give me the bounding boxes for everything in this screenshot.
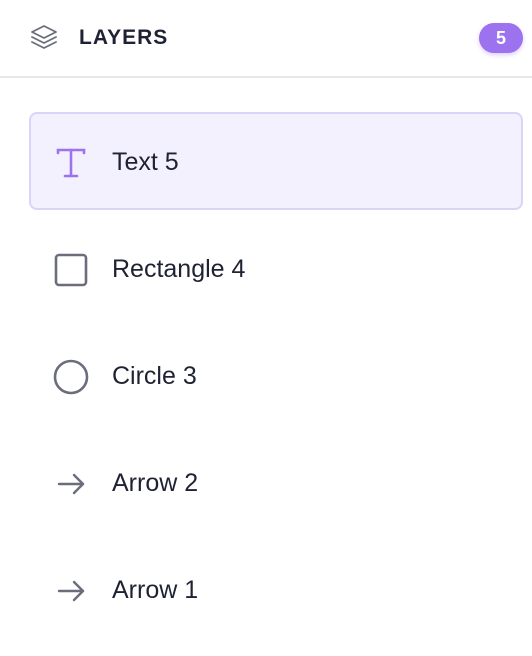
circle-icon — [53, 359, 89, 395]
layer-item-arrow-1[interactable]: Arrow 1 — [29, 540, 523, 638]
layer-label: Text 5 — [112, 148, 179, 176]
text-icon — [53, 145, 89, 181]
panel-title: LAYERS — [79, 26, 169, 49]
layers-panel: LAYERS 5 Text 5 Rectangle 4 Circle 3 Arr… — [0, 0, 532, 656]
layer-count-badge: 5 — [479, 23, 523, 53]
arrow-right-icon — [53, 466, 89, 502]
layer-label: Arrow 2 — [112, 469, 199, 497]
layer-label: Rectangle 4 — [112, 255, 246, 283]
layer-item-arrow-2[interactable]: Arrow 2 — [29, 433, 523, 531]
arrow-right-icon — [53, 573, 89, 609]
rectangle-icon — [53, 252, 89, 288]
layer-item-text-5[interactable]: Text 5 — [29, 112, 523, 210]
layers-header: LAYERS 5 — [0, 0, 532, 78]
layer-item-rectangle-4[interactable]: Rectangle 4 — [29, 219, 523, 317]
layer-label: Arrow 1 — [112, 576, 199, 604]
layer-label: Circle 3 — [112, 362, 197, 390]
layers-icon — [29, 22, 59, 52]
layer-item-circle-3[interactable]: Circle 3 — [29, 326, 523, 424]
